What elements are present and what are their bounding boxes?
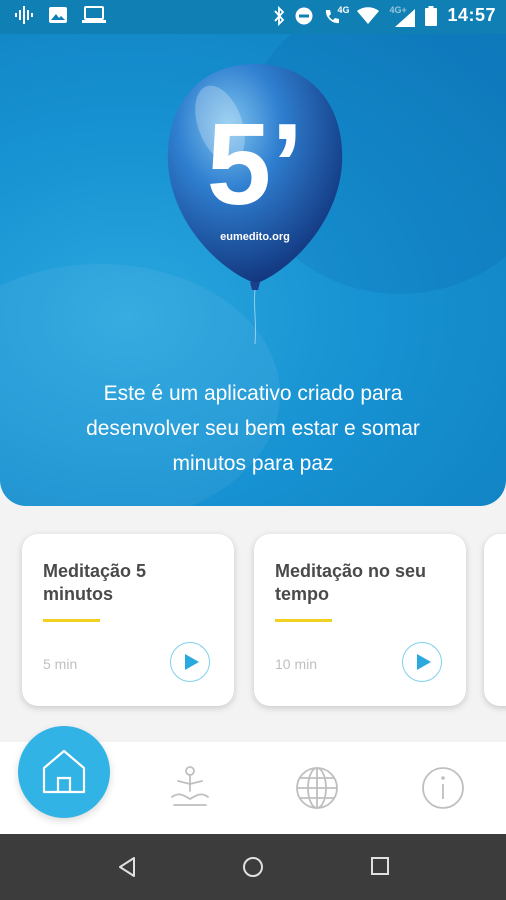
- status-time: 14:57: [447, 5, 496, 25]
- recents-icon[interactable]: [370, 856, 390, 876]
- card-title: Meditação no seu tempo: [275, 560, 455, 606]
- play-icon: [417, 654, 431, 670]
- card-title-line: tempo: [275, 584, 329, 604]
- balloon-site: eumedito.org: [220, 231, 290, 243]
- tagline-line: minutos para paz: [172, 452, 334, 475]
- meditation-card-partial[interactable]: [484, 534, 506, 706]
- hero-tagline: Este é um aplicativo criado para desenvo…: [40, 376, 466, 481]
- meditation-card[interactable]: Meditação no seu tempo 10 min: [254, 534, 466, 706]
- card-duration: 5 min: [43, 656, 78, 672]
- card-title-line: Meditação 5: [43, 561, 147, 581]
- play-button[interactable]: [170, 642, 210, 682]
- bluetooth-icon: [274, 5, 285, 26]
- signal-icon: 4G+: [389, 5, 416, 27]
- podcast-icon: [15, 6, 33, 24]
- card-title-line: Meditação no seu: [275, 561, 427, 581]
- battery-icon: [425, 5, 438, 26]
- meditation-icon[interactable]: [168, 765, 212, 811]
- hero-banner: 5’ eumedito.org Este é um aplicativo cri…: [0, 34, 506, 506]
- nav-home-button[interactable]: [18, 726, 110, 818]
- home-circle-icon[interactable]: [242, 856, 264, 878]
- play-button[interactable]: [402, 642, 442, 682]
- info-icon[interactable]: [420, 765, 466, 811]
- laptop-icon: [82, 6, 106, 23]
- tagline-line: Este é um aplicativo criado para: [103, 382, 403, 405]
- card-duration: 10 min: [275, 656, 318, 672]
- balloon-number: 5’: [207, 99, 304, 229]
- card-accent-bar: [275, 619, 332, 622]
- tagline-line: desenvolver seu bem estar e somar: [86, 417, 420, 440]
- card-accent-bar: [43, 619, 100, 622]
- card-title-line: minutos: [43, 584, 113, 604]
- image-icon: [49, 7, 67, 23]
- card-title: Meditação 5 minutos: [43, 560, 223, 606]
- do-not-disturb-icon: [295, 7, 313, 24]
- play-icon: [185, 654, 199, 670]
- network-type-label: 4G: [337, 4, 350, 15]
- back-icon[interactable]: [116, 856, 138, 878]
- wifi-icon: [357, 6, 380, 24]
- balloon-logo: 5’ eumedito.org: [167, 64, 343, 345]
- status-bar: 4G 4G+ 14:57: [0, 0, 506, 34]
- meditation-card[interactable]: Meditação 5 minutos 5 min: [22, 534, 234, 706]
- meditation-carousel[interactable]: Meditação 5 minutos 5 min Meditação no s…: [0, 534, 506, 714]
- globe-icon[interactable]: [294, 765, 340, 811]
- wifi-calling-icon: 4G: [323, 4, 350, 26]
- home-icon: [42, 749, 86, 794]
- system-navigation-bar: [0, 834, 506, 900]
